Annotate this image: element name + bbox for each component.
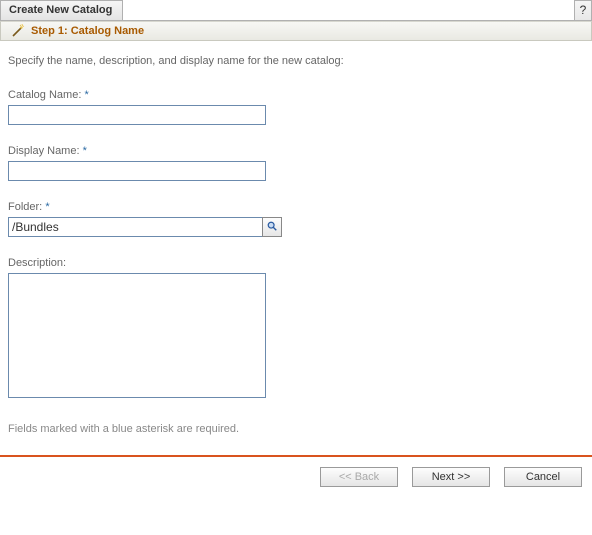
tab-spacer	[123, 0, 574, 20]
required-mark: *	[84, 89, 88, 101]
wand-icon	[11, 24, 25, 38]
step-bar: Step 1: Catalog Name	[0, 21, 592, 41]
dialog-title: Create New Catalog	[9, 4, 112, 16]
required-mark: *	[45, 201, 49, 213]
display-name-label: Display Name: *	[8, 145, 584, 157]
catalog-name-label: Catalog Name: *	[8, 89, 584, 101]
field-description: Description:	[8, 257, 584, 401]
browse-folder-button[interactable]	[262, 217, 282, 237]
description-label: Description:	[8, 257, 584, 269]
cancel-button[interactable]: Cancel	[504, 467, 582, 487]
field-display-name: Display Name: *	[8, 145, 584, 181]
back-button[interactable]: << Back	[320, 467, 398, 487]
description-textarea[interactable]	[8, 273, 266, 398]
magnifier-icon	[266, 220, 278, 235]
help-icon: ?	[580, 3, 587, 17]
intro-text: Specify the name, description, and displ…	[8, 55, 584, 67]
wizard-buttons: << Back Next >> Cancel	[0, 457, 592, 493]
field-folder: Folder: *	[8, 201, 584, 237]
dialog-title-tab: Create New Catalog	[0, 0, 123, 20]
title-tab-row: Create New Catalog ?	[0, 0, 592, 21]
help-button[interactable]: ?	[574, 0, 592, 20]
content-area: Specify the name, description, and displ…	[0, 41, 592, 445]
catalog-name-input[interactable]	[8, 105, 266, 125]
field-catalog-name: Catalog Name: *	[8, 89, 584, 125]
required-footnote: Fields marked with a blue asterisk are r…	[8, 423, 584, 435]
required-mark: *	[83, 145, 87, 157]
folder-label: Folder: *	[8, 201, 584, 213]
next-button[interactable]: Next >>	[412, 467, 490, 487]
folder-input[interactable]	[8, 217, 262, 237]
display-name-input[interactable]	[8, 161, 266, 181]
step-title: Step 1: Catalog Name	[31, 25, 144, 37]
